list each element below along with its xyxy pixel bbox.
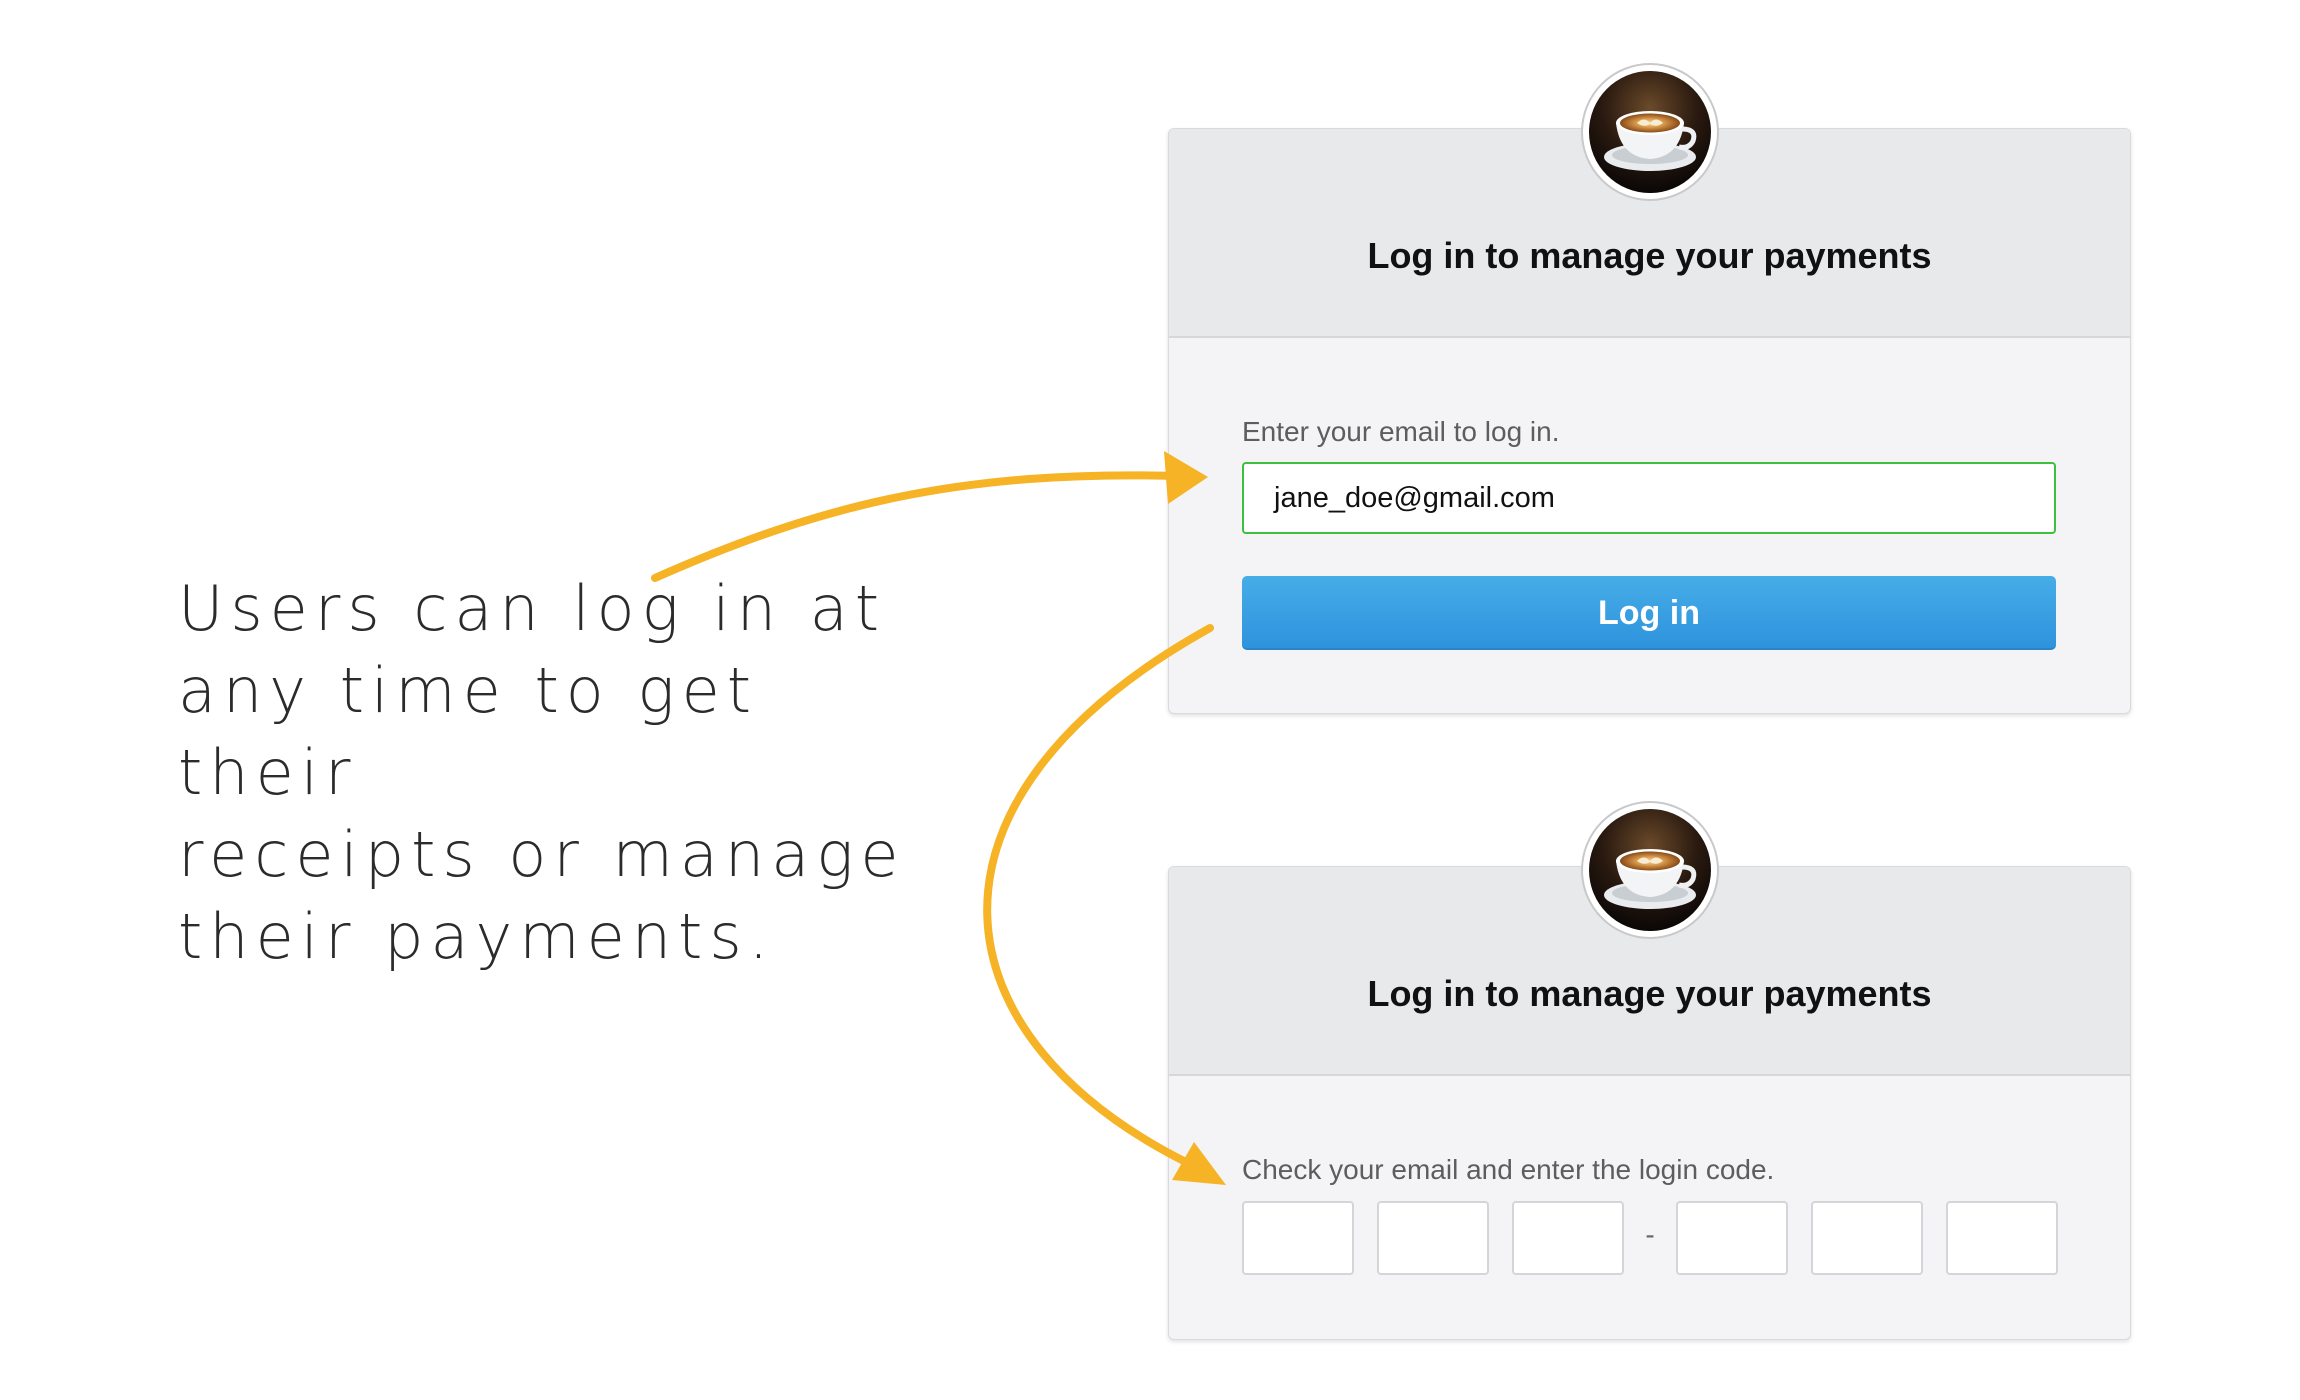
caption-line: any time to get their: [178, 654, 759, 809]
coffee-cup-icon: [1580, 801, 1719, 939]
code-digit-input[interactable]: [1946, 1201, 2058, 1275]
code-card: Log in to manage your payments Check you…: [1168, 801, 2131, 1340]
caption-text: Users can log in at any time to get thei…: [178, 568, 938, 978]
coffee-cup-icon: [1588, 71, 1711, 193]
code-digit-input[interactable]: [1811, 1201, 1923, 1275]
coffee-cup-icon: [1588, 809, 1711, 931]
login-card-header: Log in to manage your payments: [1169, 63, 2130, 338]
email-label: Enter your email to log in.: [1242, 416, 1560, 447]
stage: Users can log in at any time to get thei…: [0, 0, 2300, 1400]
caption-line: receipts or manage: [178, 818, 906, 891]
code-card-header: Log in to manage your payments: [1169, 801, 2130, 1076]
code-digit-input[interactable]: [1377, 1201, 1489, 1275]
email-input[interactable]: jane_doe@gmail.com: [1242, 462, 2056, 534]
caption-line: their payments.: [178, 900, 776, 973]
code-separator: -: [1645, 1219, 1655, 1250]
login-card: Log in to manage your payments Enter you…: [1168, 63, 2131, 714]
caption-line: Users can log in at: [178, 572, 887, 645]
code-card-title: Log in to manage your payments: [1367, 973, 1932, 1014]
login-code-input: -: [1242, 1201, 2058, 1275]
code-digit-input[interactable]: [1512, 1201, 1624, 1275]
code-instruction: Check your email and enter the login cod…: [1242, 1154, 1775, 1185]
code-digit-input[interactable]: [1676, 1201, 1788, 1275]
login-button[interactable]: Log in: [1242, 576, 2056, 650]
login-card-title: Log in to manage your payments: [1367, 235, 1932, 276]
code-digit-input[interactable]: [1242, 1201, 1354, 1275]
arrow-to-email-field: [651, 471, 1182, 582]
coffee-cup-icon: [1580, 63, 1719, 201]
